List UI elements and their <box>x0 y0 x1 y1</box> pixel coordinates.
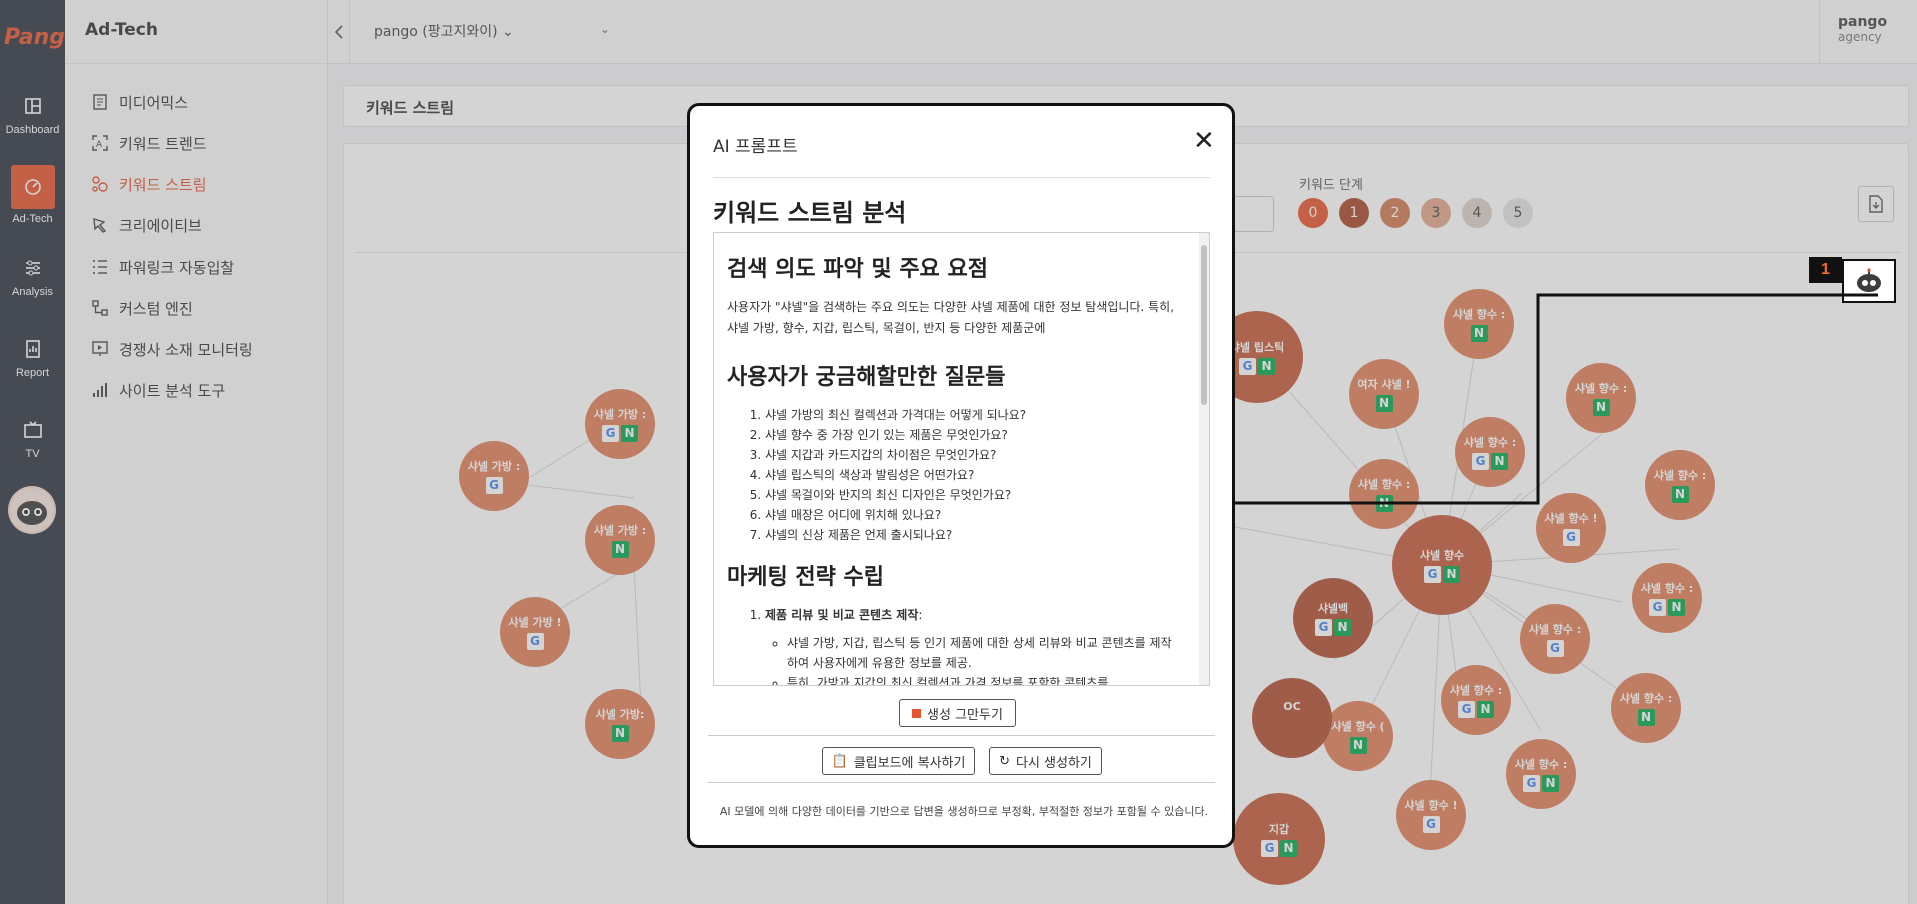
strategy-title: 제품 리뷰 및 비교 콘텐츠 제작 <box>765 608 919 622</box>
copy-clipboard-button[interactable]: 📋 클립보드에 복사하기 <box>822 747 975 775</box>
clipboard-icon: 📋 <box>831 753 848 769</box>
questions-list: 샤넬 가방의 최신 컬렉션과 가격대는 어떻게 되나요? 샤넬 향수 중 가장 … <box>765 405 1181 545</box>
divider <box>708 735 1215 736</box>
ai-bot-icon <box>1857 268 1881 292</box>
disclaimer-text: AI 모델에 의해 다양한 데이터를 기반으로 답변을 생성하므로 부정확, 부… <box>719 805 1209 818</box>
button-label: 생성 그만두기 <box>927 707 1003 723</box>
stop-generation-button[interactable]: 생성 그만두기 <box>899 699 1016 727</box>
list-item: 샤넬 매장은 어디에 위치해 있나요? <box>765 505 1181 525</box>
list-item: 특히, 가방과 지갑의 최신 컬렉션과 가격 정보를 포함한 콘텐츠를 <box>787 673 1181 685</box>
strategy-list: 제품 리뷰 및 비교 콘텐츠 제작: <box>765 605 1181 625</box>
analysis-result-scroll[interactable]: 검색 의도 파악 및 주요 요점 사용자가 "샤넬"을 검색하는 주요 의도는 … <box>713 232 1210 686</box>
scrollbar-thumb[interactable] <box>1201 245 1207 405</box>
list-item: 샤넬 지갑과 카드지갑의 차이점은 무엇인가요? <box>765 445 1181 465</box>
close-icon[interactable]: ✕ <box>1193 126 1215 156</box>
list-item: 샤넬의 신상 제품은 언제 출시되나요? <box>765 525 1181 545</box>
regenerate-button[interactable]: ↻ 다시 생성하기 <box>989 747 1102 775</box>
modal-section-title: 키워드 스트림 분석 <box>713 199 907 227</box>
button-label: 다시 생성하기 <box>1016 755 1092 771</box>
list-item: 샤넬 립스틱의 색상과 발림성은 어떤가요? <box>765 465 1181 485</box>
button-label: 클립보드에 복사하기 <box>853 755 966 771</box>
callout-number-badge: 1 <box>1809 257 1842 283</box>
list-item: 샤넬 향수 중 가장 인기 있는 제품은 무엇인가요? <box>765 425 1181 445</box>
heading-questions: 사용자가 궁금해할만한 질문들 <box>727 365 1006 390</box>
divider <box>708 782 1215 783</box>
list-item: 샤넬 목걸이와 반지의 최신 디자인은 무엇인가요? <box>765 485 1181 505</box>
ai-bot-button[interactable] <box>1842 259 1896 303</box>
strategy-bullets: 샤넬 가방, 지갑, 립스틱 등 인기 제품에 대한 상세 리뷰와 비교 콘텐츠… <box>787 633 1181 685</box>
list-item: 제품 리뷰 및 비교 콘텐츠 제작: <box>765 605 1181 625</box>
modal-title: AI 프롬프트 <box>713 137 798 157</box>
list-item: 샤넬 가방, 지갑, 립스틱 등 인기 제품에 대한 상세 리뷰와 비교 콘텐츠… <box>787 633 1181 673</box>
intent-paragraph: 사용자가 "샤넬"을 검색하는 주요 의도는 다양한 샤넬 제품에 대한 정보 … <box>727 300 1175 335</box>
stop-square-icon <box>912 708 922 718</box>
divider <box>713 177 1210 178</box>
heading-marketing: 마케팅 전략 수립 <box>727 565 884 590</box>
refresh-icon: ↻ <box>999 753 1010 769</box>
heading-intent: 검색 의도 파악 및 주요 요점 <box>727 257 988 282</box>
list-item: 샤넬 가방의 최신 컬렉션과 가격대는 어떻게 되나요? <box>765 405 1181 425</box>
ai-prompt-modal: AI 프롬프트 ✕ 키워드 스트림 분석 검색 의도 파악 및 주요 요점 사용… <box>687 103 1235 848</box>
scrollbar[interactable] <box>1199 233 1209 685</box>
